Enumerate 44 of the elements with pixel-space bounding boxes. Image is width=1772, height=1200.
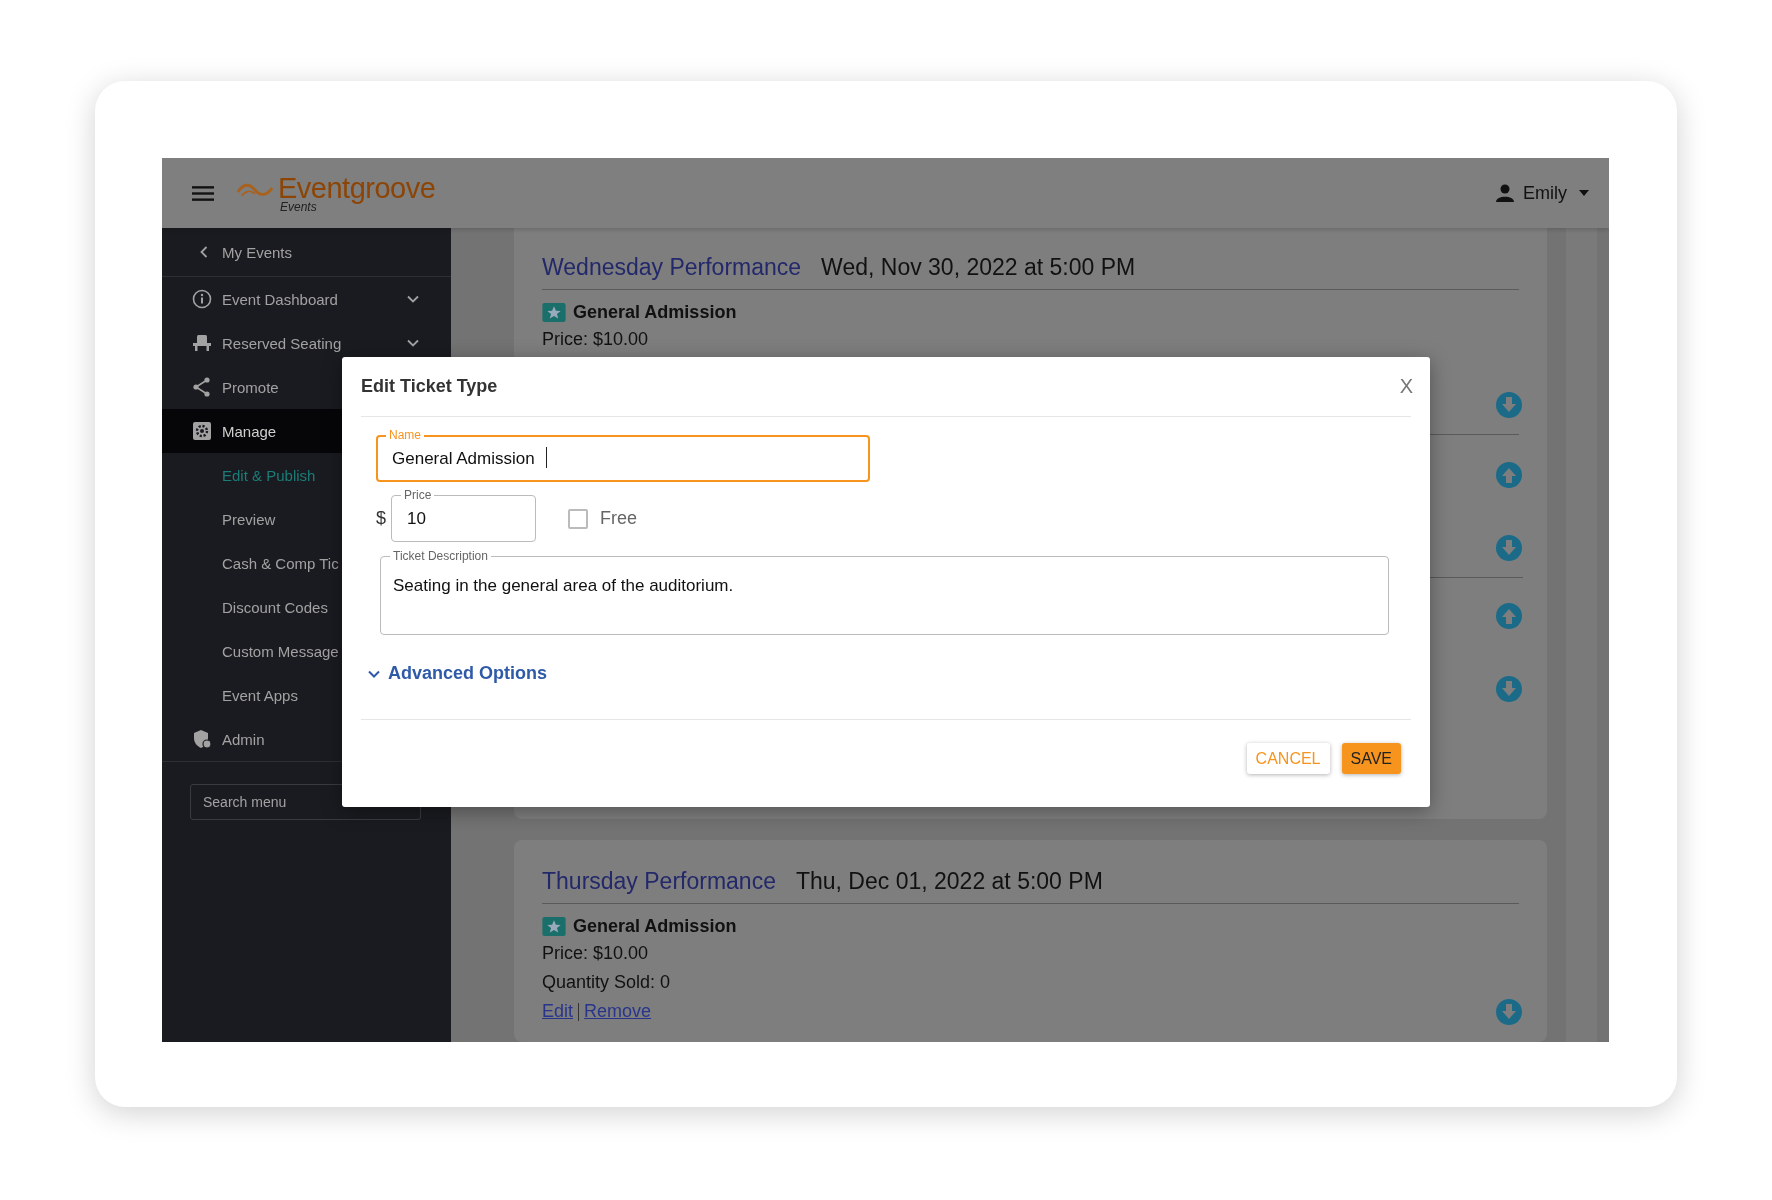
chevron-down-icon — [407, 339, 419, 347]
currency-symbol: $ — [376, 508, 387, 529]
search-field[interactable]: Search menu — [190, 784, 421, 820]
user-menu[interactable]: Emily — [1495, 182, 1589, 204]
wave-icon — [236, 182, 274, 198]
ticket-detail: Price: $10.00 — [542, 328, 650, 351]
dialog-title: Edit Ticket Type — [361, 376, 498, 397]
event-date: Wed, Nov 30, 2022 at 5:00 PM — [821, 254, 1136, 281]
shield-icon — [192, 729, 212, 749]
advanced-options-toggle[interactable]: Advanced Options — [368, 663, 548, 684]
sidebar-item[interactable]: Event Dashboard — [162, 277, 451, 321]
event-title: Wednesday Performance — [542, 254, 802, 281]
sidebar-item[interactable]: Reserved Seating — [162, 321, 451, 365]
arrow-down-icon[interactable] — [1495, 998, 1523, 1026]
scrollbar[interactable] — [1566, 228, 1597, 1042]
event-date: Thu, Dec 01, 2022 at 5:00 PM — [795, 868, 1103, 895]
menu-icon[interactable] — [192, 184, 214, 202]
field-label: Ticket Description — [390, 548, 491, 564]
close-button[interactable]: X — [1399, 375, 1413, 398]
ticket-name: General Admission — [573, 301, 737, 323]
share-icon — [192, 377, 212, 397]
caret-icon — [1579, 190, 1589, 196]
event-title: Thursday Performance — [542, 868, 776, 895]
settings-icon — [192, 421, 212, 441]
logo-text: Eventgroove — [278, 173, 436, 203]
chevron-down-icon — [407, 295, 419, 303]
sidebar-item[interactable]: Admin — [162, 717, 451, 761]
ticket-name: General Admission — [573, 915, 737, 937]
chevron-left-icon — [200, 246, 208, 258]
arrow-up-icon[interactable] — [1495, 602, 1523, 630]
ticket-detail: Price: $10.00 — [542, 942, 650, 965]
arrow-down-icon[interactable] — [1495, 675, 1523, 703]
save-button[interactable]: SAVE — [1341, 743, 1401, 774]
arrow-up-icon[interactable] — [1495, 461, 1523, 489]
arrow-down-icon[interactable] — [1495, 391, 1523, 419]
ticket-detail: Quantity Sold: 0 — [542, 971, 672, 994]
logo-subtitle: Events — [280, 200, 317, 213]
seat-icon — [192, 333, 212, 353]
user-icon — [1495, 183, 1515, 203]
info-icon — [192, 289, 212, 309]
checkbox[interactable] — [568, 508, 588, 529]
chevron-down-icon — [368, 669, 380, 678]
free-checkbox[interactable]: Free — [568, 508, 637, 529]
arrow-down-icon[interactable] — [1495, 534, 1523, 562]
